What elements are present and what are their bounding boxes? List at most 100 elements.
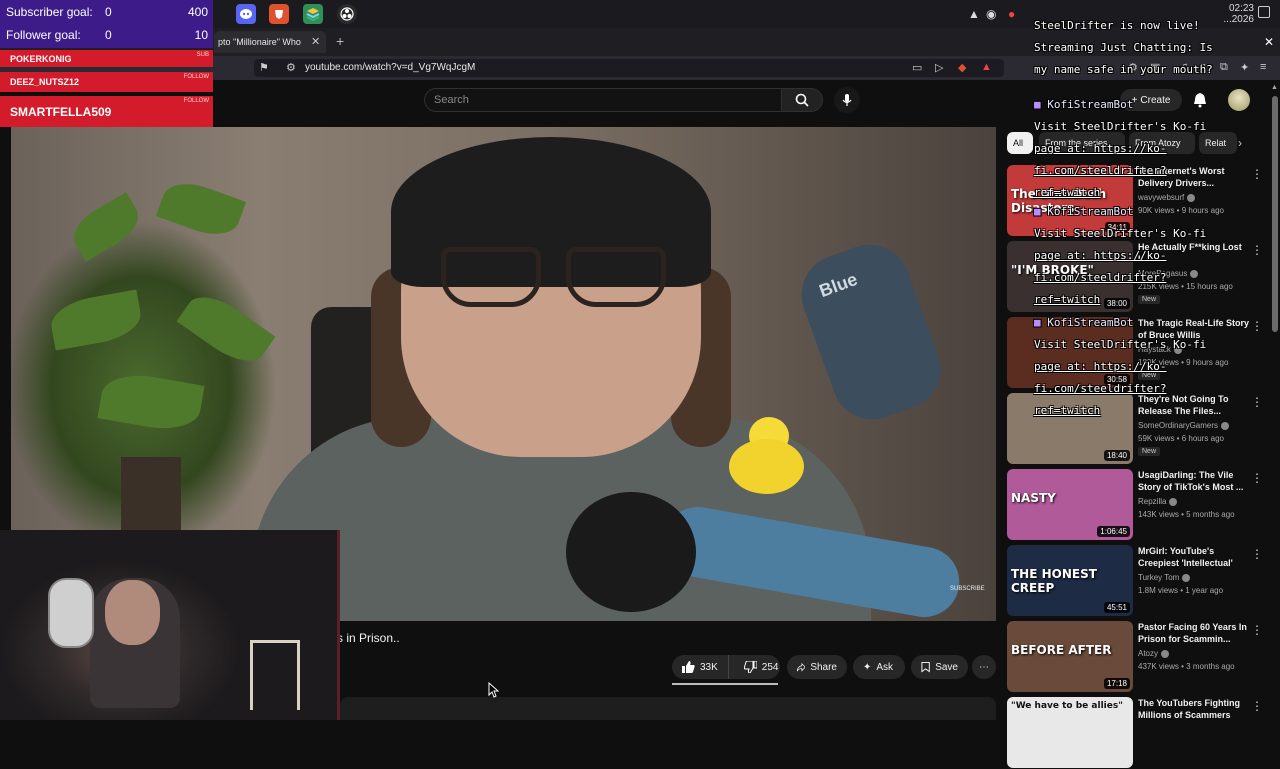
- ask-button[interactable]: ✦ Ask: [853, 655, 905, 679]
- more-actions-button[interactable]: ⋯: [972, 655, 996, 679]
- search-input[interactable]: [424, 88, 782, 112]
- notification-icon[interactable]: ▲: [968, 7, 980, 21]
- chat-text: page at: https://ko-: [1034, 249, 1167, 262]
- rewards-icon[interactable]: ▲: [981, 61, 992, 73]
- video-thumbnail[interactable]: "We have to be allies": [1007, 697, 1133, 768]
- more-vertical-icon[interactable]: ⋮: [1251, 243, 1263, 257]
- more-horizontal-icon: ⋯: [979, 661, 989, 673]
- subscriber-goal-target: 400: [187, 5, 208, 19]
- video-duration: 17:18: [1103, 678, 1130, 689]
- obs-icon[interactable]: [337, 4, 357, 24]
- thumbs-up-icon: [682, 661, 695, 673]
- share-arrow-icon: [797, 662, 806, 671]
- recommended-video[interactable]: THE HONEST CREEP 45:51 MrGirl: YouTube's C…: [1007, 545, 1269, 617]
- recommended-video[interactable]: NASTY 1:06:45 UsagiDarling: The Vile Story…: [1007, 469, 1269, 541]
- share-button[interactable]: Share: [787, 655, 847, 679]
- more-vertical-icon[interactable]: ⋮: [1251, 623, 1263, 637]
- follower-goal-current: 0: [105, 28, 112, 42]
- recommended-title[interactable]: Pastor Facing 60 Years In Prison for Sca…: [1138, 621, 1250, 645]
- bookmark-icon[interactable]: ⚑: [259, 61, 269, 74]
- chat-overlay: SteelDrifter is now live! Streaming Just…: [1034, 9, 1280, 86]
- reader-icon[interactable]: ▷: [935, 61, 943, 74]
- voice-search-button[interactable]: [834, 87, 860, 113]
- video-duration: 45:51: [1103, 602, 1130, 613]
- microphone-icon: [842, 94, 852, 106]
- subscriber-goal-current: 0: [105, 5, 112, 19]
- verified-badge-icon: [1182, 573, 1191, 582]
- channel-name[interactable]: Turkey Tom: [1138, 573, 1191, 582]
- close-icon[interactable]: ✕: [1264, 35, 1274, 49]
- brave-shield-icon[interactable]: ◆: [958, 61, 966, 74]
- recommended-title[interactable]: MrGirl: YouTube's Creepiest 'Intellectua…: [1138, 545, 1250, 569]
- chip-all[interactable]: All: [1007, 132, 1033, 154]
- recommended-title[interactable]: The YouTubers Fighting Millions of Scamm…: [1138, 697, 1250, 721]
- streamer-webcam: [0, 530, 340, 720]
- scrollbar-thumb[interactable]: [1272, 96, 1278, 332]
- dislike-button[interactable]: 254: [734, 655, 789, 679]
- channel-name[interactable]: Repzilla: [1138, 497, 1178, 506]
- url-text[interactable]: youtube.com/watch?v=d_Vg7WqJcgM: [305, 62, 475, 73]
- more-vertical-icon[interactable]: ⋮: [1251, 471, 1263, 485]
- tray-app-icon[interactable]: ●: [1008, 7, 1015, 21]
- more-vertical-icon[interactable]: ⋮: [1251, 319, 1263, 333]
- active-browser-tab[interactable]: pto "Millionaire" Who: [214, 31, 326, 53]
- plant-leaf: [65, 192, 147, 262]
- layers-app-icon[interactable]: [303, 4, 323, 24]
- video-thumbnail[interactable]: THE HONEST CREEP 45:51: [1007, 545, 1133, 616]
- like-count: 33K: [700, 661, 718, 673]
- recommended-title[interactable]: UsagiDarling: The Vile Story of TikTok's…: [1138, 469, 1250, 493]
- view-count: 437K views • 3 months ago: [1138, 662, 1235, 671]
- chat-text: Visit SteelDrifter's Ko-fi: [1034, 227, 1207, 240]
- discord-icon[interactable]: [236, 4, 256, 24]
- alert-tag: FOLLOW: [183, 98, 209, 104]
- webcam-chair: [250, 640, 300, 710]
- video-thumbnail[interactable]: BEFORE AFTER 17:18: [1007, 621, 1133, 692]
- video-thumbnail[interactable]: NASTY 1:06:45: [1007, 469, 1133, 540]
- follower-goal-label: Follower goal:: [6, 28, 81, 42]
- video-watermark: SUBSCRIBE: [950, 586, 985, 592]
- stream-alert: SMARTFELLA509 FOLLOW: [0, 96, 213, 127]
- chat-text: ref=twitch: [1034, 404, 1101, 417]
- picture-in-picture-icon[interactable]: ▭: [912, 61, 922, 74]
- like-dislike-group: 33K 254: [672, 655, 780, 679]
- close-tab-icon[interactable]: ✕: [311, 35, 320, 48]
- description-box[interactable]: [340, 697, 996, 720]
- like-button[interactable]: 33K: [672, 655, 729, 679]
- chat-username: KofiStreamBot: [1047, 205, 1134, 218]
- new-tab-icon[interactable]: +: [336, 33, 344, 49]
- search-button[interactable]: [781, 88, 823, 112]
- site-info-icon[interactable]: ⚙: [286, 61, 296, 74]
- chevron-right-icon[interactable]: ›: [1238, 136, 1242, 150]
- mouse-cursor-icon: [488, 682, 500, 698]
- ask-label: Ask: [876, 661, 894, 673]
- chat-text: fi.com/steeldrifter?: [1034, 271, 1167, 284]
- more-vertical-icon[interactable]: ⋮: [1251, 395, 1263, 409]
- video-title: s in Prison..: [337, 631, 400, 645]
- chat-text: fi.com/steeldrifter?: [1034, 382, 1167, 395]
- alert-name: DEEZ_NUTSZ12: [10, 77, 80, 87]
- streamer-face: [105, 580, 160, 645]
- channel-name-text: Repzilla: [1138, 497, 1167, 506]
- webcam-border: [337, 530, 340, 720]
- view-count: 1.8M views • 1 year ago: [1138, 586, 1224, 595]
- more-vertical-icon[interactable]: ⋮: [1251, 547, 1263, 561]
- follower-goal-row: Follower goal: 0 10: [6, 24, 208, 46]
- brave-browser-icon[interactable]: [269, 4, 289, 24]
- alert-name: SMARTFELLA509: [10, 104, 112, 119]
- channel-name[interactable]: Atozy: [1138, 649, 1170, 658]
- recommended-video[interactable]: BEFORE AFTER 17:18 Pastor Facing 60 Years …: [1007, 621, 1269, 693]
- follower-goal-target: 10: [194, 28, 208, 42]
- verified-badge-icon: [1221, 421, 1230, 430]
- video-duration: 1:06:45: [1097, 526, 1130, 537]
- bot-badge-icon: ■: [1034, 316, 1041, 329]
- chat-text: Visit SteelDrifter's Ko-fi: [1034, 120, 1207, 133]
- save-button[interactable]: Save: [911, 655, 968, 679]
- verified-badge-icon: [1161, 649, 1170, 658]
- more-vertical-icon[interactable]: ⋮: [1251, 699, 1263, 713]
- chat-username: KofiStreamBot: [1047, 316, 1134, 329]
- more-vertical-icon[interactable]: ⋮: [1251, 167, 1263, 181]
- chat-text: page at: https://ko-: [1034, 142, 1167, 155]
- discord-tray-icon[interactable]: ◉: [986, 7, 996, 21]
- account-avatar[interactable]: [1228, 89, 1250, 111]
- recommended-video[interactable]: "We have to be allies" The YouTubers Figh…: [1007, 697, 1269, 769]
